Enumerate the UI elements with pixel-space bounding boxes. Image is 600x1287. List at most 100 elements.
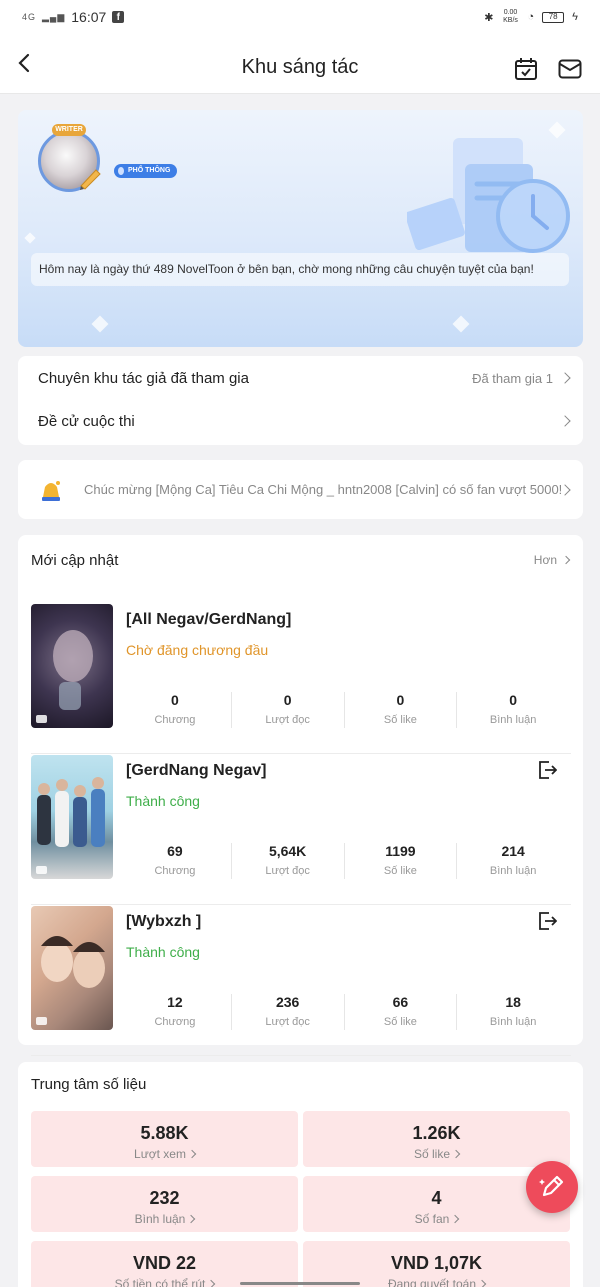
more-link[interactable]: Hơn bbox=[534, 553, 571, 567]
write-button[interactable] bbox=[526, 1161, 578, 1213]
like-count: 66 bbox=[392, 994, 409, 1010]
comment-label: Bình luận bbox=[489, 1016, 537, 1028]
like-label: Số like bbox=[383, 1016, 417, 1028]
read-count: 5,64K bbox=[268, 843, 307, 859]
comment-count: 18 bbox=[505, 994, 521, 1010]
export-icon[interactable] bbox=[537, 911, 557, 931]
announcement-text: Chúc mừng [Mộng Ca] Tiêu Ca Chi Mộng _ h… bbox=[84, 482, 561, 497]
chevron-right-icon bbox=[207, 1279, 216, 1287]
settling-tile[interactable]: VND 1,07K Đang quyết toán bbox=[303, 1241, 570, 1287]
comments-tile[interactable]: 232 Bình luận bbox=[31, 1176, 298, 1232]
read-count: 236 bbox=[275, 994, 300, 1010]
work-stats: 69 Chương 5,64K Lượt đọc 1199 Số like 214 Bì… bbox=[119, 843, 569, 879]
announcement-banner[interactable]: Chúc mừng [Mộng Ca] Tiêu Ca Chi Mộng _ h… bbox=[18, 460, 583, 519]
chapter-label: Chương bbox=[154, 714, 196, 726]
joined-zone-value: Đã tham gia 1 bbox=[472, 370, 553, 386]
tile-label: Bình luận bbox=[134, 1212, 186, 1226]
facebook-notification-icon: f bbox=[112, 11, 125, 23]
withdrawable-tile[interactable]: VND 22 Số tiền có thể rút bbox=[31, 1241, 298, 1287]
chat-icon bbox=[36, 715, 47, 723]
calendar-check-icon[interactable] bbox=[514, 57, 538, 81]
chapter-count: 12 bbox=[167, 994, 183, 1010]
comment-label: Bình luận bbox=[489, 714, 537, 726]
chevron-right-icon bbox=[559, 415, 571, 427]
writer-tag: WRITER bbox=[52, 124, 86, 136]
sparkle-decoration bbox=[452, 315, 470, 333]
tile-label: Số tiền có thể rút bbox=[114, 1277, 206, 1287]
comment-count: 214 bbox=[501, 843, 525, 859]
work-cover-image bbox=[31, 755, 113, 879]
tile-value: VND 1,07K bbox=[390, 1253, 483, 1273]
recent-updates-card: Mới cập nhật Hơn [All Negav/GerdNang] Ch… bbox=[18, 535, 583, 1056]
battery-level: 78 bbox=[542, 11, 565, 23]
work-item[interactable]: [GerdNang Negav] Thành công 69 Chương 5,6… bbox=[31, 755, 571, 905]
chevron-right-icon bbox=[187, 1214, 196, 1224]
section-title: Mới cập nhật bbox=[31, 552, 119, 569]
data-center-card: Trung tâm số liệu 5.88K Lượt xem 1.26K S… bbox=[18, 1062, 583, 1287]
author-links-card: Chuyên khu tác giả đã tham gia Đã tham g… bbox=[18, 356, 583, 445]
chat-icon bbox=[36, 866, 47, 874]
home-indicator bbox=[240, 1282, 360, 1285]
views-tile[interactable]: 5.88K Lượt xem bbox=[31, 1111, 298, 1167]
chapter-label: Chương bbox=[154, 1016, 196, 1028]
work-stats: 12 Chương 236 Lượt đọc 66 Số like 18 Bình lu… bbox=[119, 994, 569, 1030]
work-title: [Wybxzh ] bbox=[126, 913, 202, 930]
bluetooth-icon: ✱ bbox=[484, 11, 494, 24]
like-count: 0 bbox=[396, 692, 405, 708]
chevron-right-icon bbox=[451, 1149, 461, 1159]
chevron-right-icon bbox=[559, 372, 571, 384]
read-label: Lượt đọc bbox=[265, 714, 310, 726]
chapter-count: 0 bbox=[170, 692, 179, 708]
clock: 16:07 bbox=[71, 9, 107, 25]
signal-icon: ▂▄▆ bbox=[42, 11, 66, 22]
like-label: Số like bbox=[383, 865, 417, 877]
read-count: 0 bbox=[283, 692, 292, 708]
sparkle-decoration bbox=[91, 315, 109, 333]
tile-value: VND 22 bbox=[132, 1253, 197, 1273]
pen-decoration-icon bbox=[80, 169, 101, 190]
sparkle-decoration bbox=[24, 232, 36, 244]
work-status: Thành công bbox=[126, 944, 200, 960]
read-label: Lượt đọc bbox=[265, 865, 310, 877]
pencil-icon bbox=[539, 1175, 564, 1197]
joined-zone-label: Chuyên khu tác giả đã tham gia bbox=[38, 369, 249, 387]
trophy-bell-icon bbox=[42, 480, 60, 501]
chevron-right-icon bbox=[561, 555, 571, 565]
tile-label: Lượt xem bbox=[134, 1147, 186, 1161]
joined-zone-row[interactable]: Chuyên khu tác giả đã tham gia Đã tham g… bbox=[38, 368, 571, 388]
chapter-label: Chương bbox=[154, 865, 196, 877]
work-title: [GerdNang Negav] bbox=[126, 762, 267, 779]
network-indicator: 4G bbox=[22, 12, 37, 22]
comment-label: Bình luận bbox=[489, 865, 537, 877]
tile-value: 1.26K bbox=[412, 1123, 461, 1143]
work-cover-image bbox=[31, 604, 113, 728]
chevron-right-icon bbox=[559, 483, 571, 496]
comment-count: 0 bbox=[509, 692, 518, 708]
work-cover-image bbox=[31, 906, 113, 1030]
work-status: Chờ đăng chương đầu bbox=[126, 642, 269, 658]
like-count: 1199 bbox=[385, 843, 416, 859]
section-title: Trung tâm số liệu bbox=[31, 1076, 147, 1093]
contest-label: Đề cử cuộc thi bbox=[38, 412, 135, 430]
tile-label: Đang quyết toán bbox=[387, 1277, 477, 1287]
app-header: Khu sáng tác bbox=[0, 34, 600, 94]
chevron-right-icon bbox=[451, 1214, 460, 1224]
chevron-right-icon bbox=[477, 1279, 487, 1287]
mail-icon[interactable] bbox=[558, 59, 582, 79]
work-status: Thành công bbox=[126, 793, 200, 809]
contest-nomination-row[interactable]: Đề cử cuộc thi bbox=[38, 411, 571, 431]
likes-tile[interactable]: 1.26K Số like bbox=[303, 1111, 570, 1167]
tile-value: 5.88K bbox=[140, 1123, 189, 1143]
chevron-right-icon bbox=[187, 1149, 197, 1159]
work-item[interactable]: [All Negav/GerdNang] Chờ đăng chương đầu… bbox=[31, 604, 571, 754]
read-label: Lượt đọc bbox=[265, 1016, 310, 1028]
export-icon[interactable] bbox=[537, 760, 557, 780]
tile-value: 232 bbox=[149, 1188, 180, 1208]
work-item[interactable]: [Wybxzh ] Thành công 12 Chương 236 Lượt đọ… bbox=[31, 906, 571, 1056]
wifi-icon: ◔ bbox=[527, 11, 535, 23]
author-avatar[interactable]: WRITER bbox=[34, 124, 104, 194]
tile-label: Số like bbox=[413, 1147, 451, 1161]
page-title: Khu sáng tác bbox=[241, 56, 359, 78]
writing-illustration-icon bbox=[407, 138, 570, 253]
author-banner: WRITER PHỔ THÔNG Hôm nay là ngày thứ 489… bbox=[18, 110, 583, 347]
